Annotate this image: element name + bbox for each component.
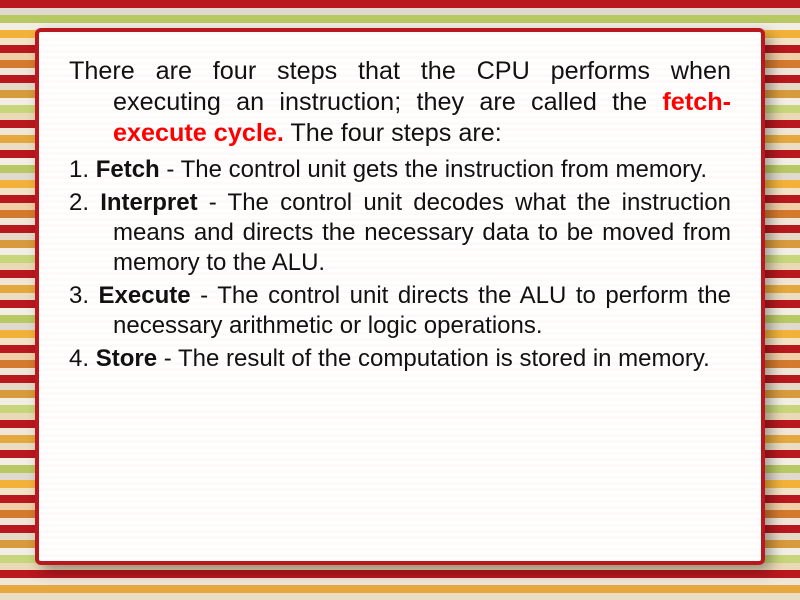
item-number: 2. bbox=[69, 189, 89, 216]
item-desc: The result of the computation is stored … bbox=[178, 345, 710, 372]
item-sep: - bbox=[191, 282, 218, 309]
list-item: 4. Store - The result of the computation… bbox=[69, 344, 731, 374]
item-term: Fetch bbox=[96, 156, 160, 183]
intro-lead: There are four steps that the CPU perfor… bbox=[69, 57, 731, 116]
list-item: 2. Interpret - The control unit decodes … bbox=[69, 188, 731, 277]
bg-stripe bbox=[0, 593, 800, 600]
content-card: There are four steps that the CPU perfor… bbox=[35, 28, 765, 565]
item-term: Interpret bbox=[100, 189, 197, 216]
item-term: Store bbox=[96, 345, 157, 372]
intro-tail: The four steps are: bbox=[284, 119, 502, 147]
item-term: Execute bbox=[99, 282, 191, 309]
bg-stripe bbox=[0, 585, 800, 593]
item-number: 1. bbox=[69, 156, 89, 183]
list-item: 1. Fetch - The control unit gets the ins… bbox=[69, 155, 731, 185]
bg-stripe bbox=[0, 15, 800, 23]
content-wrapper: There are four steps that the CPU perfor… bbox=[69, 56, 731, 374]
list-item: 3. Execute - The control unit directs th… bbox=[69, 281, 731, 340]
bg-stripe bbox=[0, 8, 800, 16]
item-number: 3. bbox=[69, 282, 89, 309]
item-sep: - bbox=[157, 345, 178, 372]
item-sep: - bbox=[198, 189, 228, 216]
intro-paragraph: There are four steps that the CPU perfor… bbox=[69, 56, 731, 149]
bg-stripe bbox=[0, 0, 800, 8]
bg-stripe bbox=[0, 570, 800, 578]
item-number: 4. bbox=[69, 345, 89, 372]
item-desc: The control unit gets the instruction fr… bbox=[181, 156, 707, 183]
bg-stripe bbox=[0, 578, 800, 586]
item-sep: - bbox=[160, 156, 181, 183]
